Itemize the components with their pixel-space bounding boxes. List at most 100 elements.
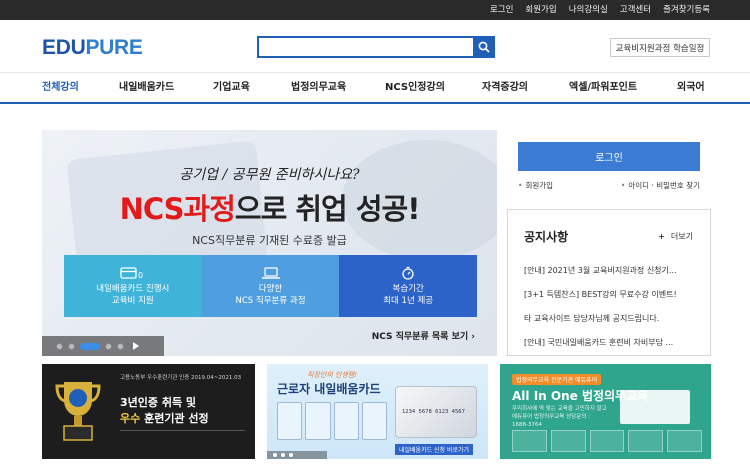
nav-tomorrow-card[interactable]: 내일배움카드: [119, 73, 174, 103]
course-tile-icon: [550, 430, 586, 452]
banner-statutory-education[interactable]: 법정의무교육 전문기관 에듀퓨어 All In One 법정의무교육 우리회사에…: [500, 364, 711, 459]
banner-kicker: 직장인의 인생템!: [307, 371, 358, 379]
hero-subline: NCS직무분류 기재된 수료증 발급: [192, 234, 347, 247]
top-join-link[interactable]: 회원가입: [519, 0, 562, 20]
banner-highlight: 우수: [120, 412, 141, 425]
banner-headline: 3년인증 취득 및: [120, 396, 197, 409]
banner-description: 우리회사에 딱 맞는 교육을 고민하지 말고 에듀퓨어 법정의무교육 상담문의 …: [512, 406, 607, 428]
logo-edu: EDU: [42, 36, 86, 59]
notice-list: [안내] 2021년 3월 교육비지원과정 신청기... [3+1 득템찬스] …: [524, 259, 696, 355]
course-tile-icon: [667, 430, 702, 452]
svg-text:0: 0: [138, 271, 143, 280]
banner-certified-institution[interactable]: 고용노동부 우수훈련기관 인증 2019.04~2021.03 3년인증 취득 …: [42, 364, 255, 459]
info-tile-icon: [361, 402, 387, 440]
slider-dot[interactable]: [105, 342, 112, 350]
find-account-link-label: 아이디 · 비밀번호 찾기: [628, 181, 700, 190]
notice-item[interactable]: [3+1 득템찬스] BEST강의 무료수강 이벤트!: [524, 283, 696, 307]
chevron-right-icon: ›: [471, 332, 475, 342]
search-input[interactable]: [257, 36, 473, 58]
card-apply-link[interactable]: 내일배움카드 신청 바로가기: [395, 444, 474, 455]
login-button[interactable]: 로그인: [518, 142, 700, 171]
banner-fineprint: [120, 430, 245, 444]
trophy-icon: [55, 382, 101, 441]
course-tile-icon: [628, 430, 664, 452]
feature-line: NCS 직무분류 과정: [235, 295, 306, 306]
notice-item[interactable]: [안내] 2021년 3월 교육비지원과정 신청기...: [524, 259, 696, 283]
banner-headline: 우수 훈련기관 선정: [120, 410, 209, 426]
course-tile-icon: [589, 430, 625, 452]
notice-item[interactable]: 타 교육사이트 담당자님께 공지드립니다.: [524, 307, 696, 331]
banner-headline-rest: 훈련기관 선정: [140, 412, 209, 425]
nav-foreign-language[interactable]: 외국어: [677, 73, 705, 103]
notice-more-label: 더보기: [670, 232, 693, 241]
feature-line: 내일배움카드 진행시: [96, 283, 170, 294]
banner-headline: 근로자 내일배움카드: [277, 382, 381, 396]
site-logo[interactable]: EDUPURE: [42, 36, 143, 60]
join-link[interactable]: • 회원가입: [518, 180, 553, 191]
notice-item[interactable]: [안내] 국민내일배움카드 훈련비 자비부담 ...: [524, 331, 696, 355]
card-number: 1234 5678 6123 4567: [402, 409, 465, 415]
top-bookmark-link[interactable]: 즐겨찾기등록: [657, 0, 716, 20]
credit-card-icon: 1234 5678 6123 4567: [395, 386, 477, 438]
stopwatch-icon: [402, 266, 414, 280]
slider-dot[interactable]: [56, 342, 63, 350]
training-schedule-button[interactable]: 교육비지원과정 학습일정: [610, 38, 710, 57]
slider-dot[interactable]: [117, 342, 124, 350]
banner-icon-row: [512, 430, 702, 452]
top-customer-center-link[interactable]: 고객센터: [614, 0, 657, 20]
pager-dot[interactable]: [281, 453, 285, 457]
hero-headline-rest: 으로 취업 성공!: [234, 192, 420, 226]
info-tile-icon: [305, 402, 331, 440]
plus-icon: +: [658, 232, 665, 241]
find-account-link[interactable]: • 아이디 · 비밀번호 찾기: [621, 180, 700, 191]
nav-certificate-courses[interactable]: 자격증강의: [482, 73, 528, 103]
slider-dot-active[interactable]: [80, 342, 100, 350]
hero-banner[interactable]: 공기업 / 공무원 준비하시나요? NCS과정으로 취업 성공! NCS직무분류…: [42, 130, 497, 356]
bullet-icon: •: [518, 181, 523, 190]
feature-line: 복습기간: [392, 283, 424, 294]
nav-ncs-courses[interactable]: NCS인정강의: [385, 73, 445, 103]
banner-tomorrow-card[interactable]: 직장인의 인생템! 근로자 내일배움카드 1234 5678 6123 4567…: [267, 364, 488, 459]
join-link-label: 회원가입: [525, 181, 554, 190]
nav-all-courses[interactable]: 전체강의: [42, 73, 79, 103]
notice-box: 공지사항 + 더보기 [안내] 2021년 3월 교육비지원과정 신청기... […: [507, 209, 711, 356]
document-icon: [620, 390, 690, 424]
banner-badge: 법정의무교육 전문기관 에듀퓨어: [512, 374, 602, 385]
top-login-link[interactable]: 로그인: [484, 0, 519, 20]
feature-line: 교육비 지원: [111, 295, 154, 306]
bullet-icon: •: [620, 181, 626, 190]
feature-review-period: 복습기간 최대 1년 제공: [339, 255, 478, 317]
notice-title: 공지사항: [524, 230, 569, 244]
nav-statutory-education[interactable]: 법정의무교육: [291, 73, 346, 103]
info-tile-icon: [333, 402, 359, 440]
pager-dot[interactable]: [289, 453, 293, 457]
main-nav: 전체강의 내일배움카드 기업교육 법정의무교육 NCS인정강의 자격증강의 엑셀…: [0, 72, 750, 104]
hero-headline: NCS과정으로 취업 성공!: [42, 186, 497, 228]
search-button[interactable]: [473, 36, 495, 58]
info-tile-icon: [277, 402, 303, 440]
banner-icon-row: [277, 402, 387, 440]
card-icon: 0: [120, 266, 143, 280]
search-bar: [257, 36, 495, 58]
utility-links: 로그인 회원가입 나의강의실 고객센터 즐겨찾기등록: [484, 0, 716, 20]
pager-dot[interactable]: [273, 453, 277, 457]
nav-corporate-education[interactable]: 기업교육: [213, 73, 250, 103]
nav-excel-powerpoint[interactable]: 엑셀/파워포인트: [569, 73, 637, 103]
laptop-icon: [261, 266, 280, 279]
top-my-classroom-link[interactable]: 나의강의실: [563, 0, 614, 20]
hero-feature-boxes: 0 내일배움카드 진행시 교육비 지원 다양한 NCS 직무분류 과정 복습기간…: [64, 255, 478, 317]
play-icon[interactable]: [133, 342, 139, 350]
feature-card-support: 0 내일배움카드 진행시 교육비 지원: [64, 255, 202, 317]
banner-pager: [267, 451, 327, 459]
course-tile-icon: [512, 430, 547, 452]
top-utility-bar: 로그인 회원가입 나의강의실 고객센터 즐겨찾기등록: [0, 0, 750, 20]
ncs-list-link-label: NCS 직무분류 목록 보기: [371, 332, 469, 342]
hero-question: 공기업 / 공무원 준비하시나요?: [179, 167, 360, 183]
ncs-list-link[interactable]: NCS 직무분류 목록 보기 ›: [372, 329, 475, 342]
feature-line: 최대 1년 제공: [383, 295, 434, 306]
slider-dot[interactable]: [68, 342, 75, 350]
search-icon: [478, 41, 490, 53]
feature-ncs-courses: 다양한 NCS 직무분류 과정: [201, 255, 340, 317]
feature-line: 다양한: [258, 283, 283, 294]
notice-more-link[interactable]: + 더보기: [658, 231, 693, 242]
